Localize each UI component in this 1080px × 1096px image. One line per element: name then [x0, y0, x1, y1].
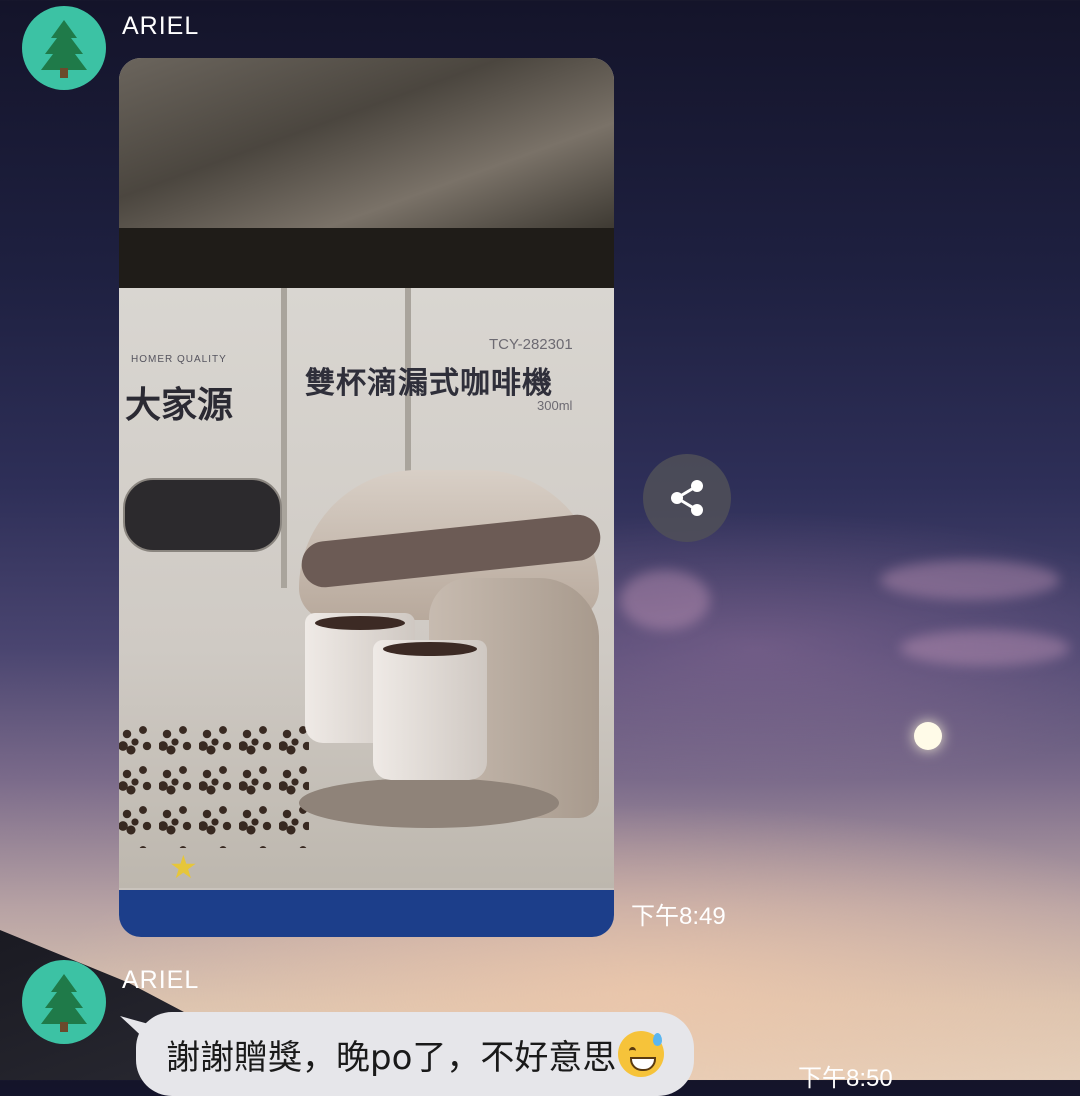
coffee-cup: [373, 640, 487, 780]
box-fold: [281, 288, 287, 588]
moon: [914, 722, 942, 750]
coffee-cup-liquid: [315, 616, 405, 630]
message-time: 下午8:49: [631, 903, 726, 930]
background-cloud: [900, 630, 1070, 666]
tree-icon: [41, 974, 87, 1032]
sender-name: ARIEL: [122, 12, 200, 40]
share-button[interactable]: [643, 454, 731, 542]
sender-name: ARIEL: [122, 966, 200, 994]
background-cloud: [880, 560, 1060, 600]
box-model-number: TCY-282301: [489, 336, 573, 353]
message-time: 下午8:50: [798, 1065, 893, 1092]
star-icon: ★: [169, 849, 198, 885]
box-product-name: 雙杯滴漏式咖啡機: [305, 366, 553, 401]
box-bottom-print: [119, 890, 614, 937]
coffee-machine-tray: [299, 778, 559, 828]
coffee-cup-liquid: [383, 642, 477, 656]
message-text: 謝謝贈獎，晚po了，不好意思: [166, 1037, 617, 1078]
box-badge: [123, 478, 282, 552]
sender-avatar[interactable]: [22, 6, 106, 90]
share-icon: [671, 480, 703, 516]
box-brand: 大家源: [125, 385, 234, 426]
shared-photo[interactable]: HOMER QUALITY 大家源 TCY-282301 雙杯滴漏式咖啡機 30…: [119, 58, 614, 937]
box-volume: 300ml: [537, 398, 573, 413]
photo-shelf: [119, 228, 614, 288]
tree-icon: [41, 20, 87, 78]
sender-avatar[interactable]: [22, 960, 106, 1044]
sweat-smile-emoji: [618, 1031, 665, 1077]
message-bubble[interactable]: 謝謝贈獎，晚po了，不好意思: [136, 1012, 695, 1096]
background-cloud: [620, 570, 710, 630]
coffee-beans: [119, 718, 309, 848]
box-brand-tagline: HOMER QUALITY: [131, 354, 227, 365]
photo-plastic-bag: [119, 58, 614, 228]
